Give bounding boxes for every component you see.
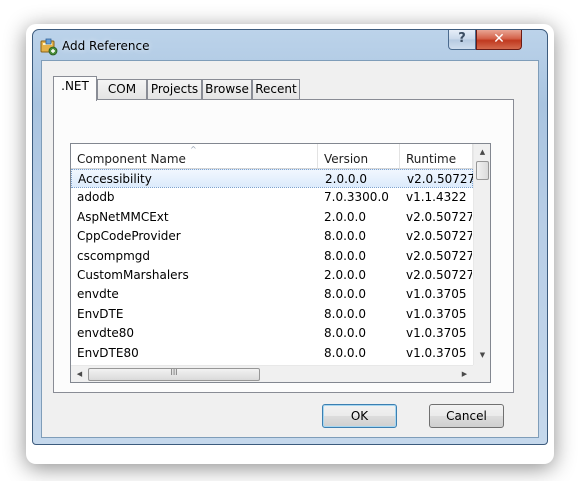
list-cell-runtime: v1.0.3705 <box>406 287 467 302</box>
sort-ascending-icon: ^ <box>190 145 197 154</box>
tab-label: Browse <box>205 82 249 96</box>
list-cell-version: 8.0.0.0 <box>324 287 366 302</box>
tab-label: Projects <box>150 82 199 96</box>
list-cell-version: 8.0.0.0 <box>324 306 366 321</box>
dotnet-tab-panel: ^ Component Name Version Runtime Accessi… <box>53 99 514 393</box>
list-cell-name: Accessibility <box>78 172 152 186</box>
list-cell-name: envdte <box>77 287 119 302</box>
list-cell-runtime: v2.0.50727 <box>407 172 473 186</box>
list-rows: Accessibility 2.0.0.0 v2.0.50727 adodb 7.0.3… <box>71 169 473 382</box>
list-cell-runtime: v2.0.50727 <box>406 209 472 224</box>
list-item[interactable]: cscompmgd 8.0.0.0 v2.0.50727 <box>71 247 473 266</box>
list-cell-runtime: v1.0.3705 <box>406 306 467 321</box>
column-header-runtime[interactable]: Runtime <box>400 144 473 168</box>
list-cell-version: 2.0.0.0 <box>325 172 367 186</box>
close-button[interactable]: ✕ <box>476 30 522 50</box>
list-cell-runtime: v1.0.3705 <box>406 345 467 360</box>
horizontal-scrollbar[interactable]: ◀ III ▶ <box>71 365 473 382</box>
list-cell-version: 2.0.0.0 <box>324 267 366 282</box>
vertical-scrollbar[interactable]: ▲ ▼ <box>473 144 490 365</box>
list-cell-version: 8.0.0.0 <box>324 229 366 244</box>
list-item[interactable]: envdte80 8.0.0.0 v1.0.3705 <box>71 324 473 343</box>
list-cell-name: CppCodeProvider <box>77 229 181 244</box>
list-header: ^ Component Name Version Runtime <box>71 144 473 169</box>
list-item[interactable]: AspNetMMCExt 2.0.0.0 v2.0.50727 <box>71 208 473 227</box>
list-cell-name: envdte80 <box>77 326 135 341</box>
vertical-scroll-thumb[interactable] <box>476 161 489 180</box>
tab-dotnet[interactable]: .NET <box>53 76 97 101</box>
list-cell-name: CustomMarshalers <box>77 267 189 282</box>
scroll-down-arrow-icon[interactable]: ▼ <box>474 351 490 359</box>
column-header-label: Component Name <box>77 152 186 166</box>
list-item[interactable]: CppCodeProvider 8.0.0.0 v2.0.50727 <box>71 227 473 246</box>
list-cell-runtime: v2.0.50727 <box>406 229 472 244</box>
dialog-client-area: .NET COM Projects Browse Recent ^ Compon… <box>41 60 539 438</box>
list-cell-name: AspNetMMCExt <box>77 209 169 224</box>
list-cell-version: 8.0.0.0 <box>324 345 366 360</box>
column-header-component-name[interactable]: ^ Component Name <box>71 144 318 168</box>
column-header-label: Runtime <box>406 152 457 166</box>
tab-projects[interactable]: Projects <box>147 79 202 99</box>
list-item[interactable]: CustomMarshalers 2.0.0.0 v2.0.50727 <box>71 266 473 285</box>
ok-button[interactable]: OK <box>322 404 397 428</box>
dialog-title: Add Reference <box>62 39 150 53</box>
tab-label: COM <box>107 82 137 96</box>
scroll-right-arrow-icon[interactable]: ▶ <box>456 370 473 378</box>
close-icon: ✕ <box>493 31 505 47</box>
horizontal-scroll-thumb[interactable]: III <box>88 368 260 381</box>
list-cell-version: 2.0.0.0 <box>324 209 366 224</box>
tab-label: .NET <box>61 79 89 93</box>
list-cell-name: EnvDTE80 <box>77 345 139 360</box>
tab-recent[interactable]: Recent <box>252 79 300 99</box>
title-bar[interactable]: Add Reference ? ✕ <box>33 30 547 60</box>
column-header-version[interactable]: Version <box>318 144 400 168</box>
tab-browse[interactable]: Browse <box>202 79 252 99</box>
list-cell-version: 8.0.0.0 <box>324 248 366 263</box>
list-item[interactable]: EnvDTE 8.0.0.0 v1.0.3705 <box>71 305 473 324</box>
cancel-button-label: Cancel <box>446 409 487 423</box>
scroll-grip-icon: III <box>170 368 178 377</box>
scroll-up-arrow-icon[interactable]: ▲ <box>474 148 490 156</box>
list-cell-name: cscompmgd <box>77 248 151 263</box>
list-cell-version: 7.0.3300.0 <box>324 190 389 205</box>
add-reference-app-icon <box>40 38 58 56</box>
column-header-label: Version <box>324 152 369 166</box>
help-icon: ? <box>458 31 466 46</box>
tab-label: Recent <box>255 82 297 96</box>
list-cell-runtime: v2.0.50727 <box>406 267 472 282</box>
add-reference-dialog: Add Reference ? ✕ .NET COM Projects Brow… <box>32 29 548 445</box>
list-item[interactable]: EnvDTE80 8.0.0.0 v1.0.3705 <box>71 344 473 363</box>
ok-button-label: OK <box>350 409 369 423</box>
list-cell-name: adodb <box>77 190 115 205</box>
list-item[interactable]: adodb 7.0.3300.0 v1.1.4322 <box>71 188 473 207</box>
scrollbar-corner <box>473 365 490 382</box>
scroll-left-arrow-icon[interactable]: ◀ <box>71 370 88 378</box>
list-cell-runtime: v1.1.4322 <box>406 190 467 205</box>
tab-com[interactable]: COM <box>97 79 147 99</box>
list-cell-runtime: v2.0.50727 <box>406 248 472 263</box>
list-cell-version: 8.0.0.0 <box>324 326 366 341</box>
list-item[interactable]: Accessibility 2.0.0.0 v2.0.50727 <box>71 169 473 189</box>
help-button[interactable]: ? <box>448 30 476 50</box>
component-list[interactable]: ^ Component Name Version Runtime Accessi… <box>70 143 491 383</box>
list-item[interactable]: envdte 8.0.0.0 v1.0.3705 <box>71 285 473 304</box>
cancel-button[interactable]: Cancel <box>429 404 504 428</box>
list-cell-name: EnvDTE <box>77 306 124 321</box>
list-cell-runtime: v1.0.3705 <box>406 326 467 341</box>
